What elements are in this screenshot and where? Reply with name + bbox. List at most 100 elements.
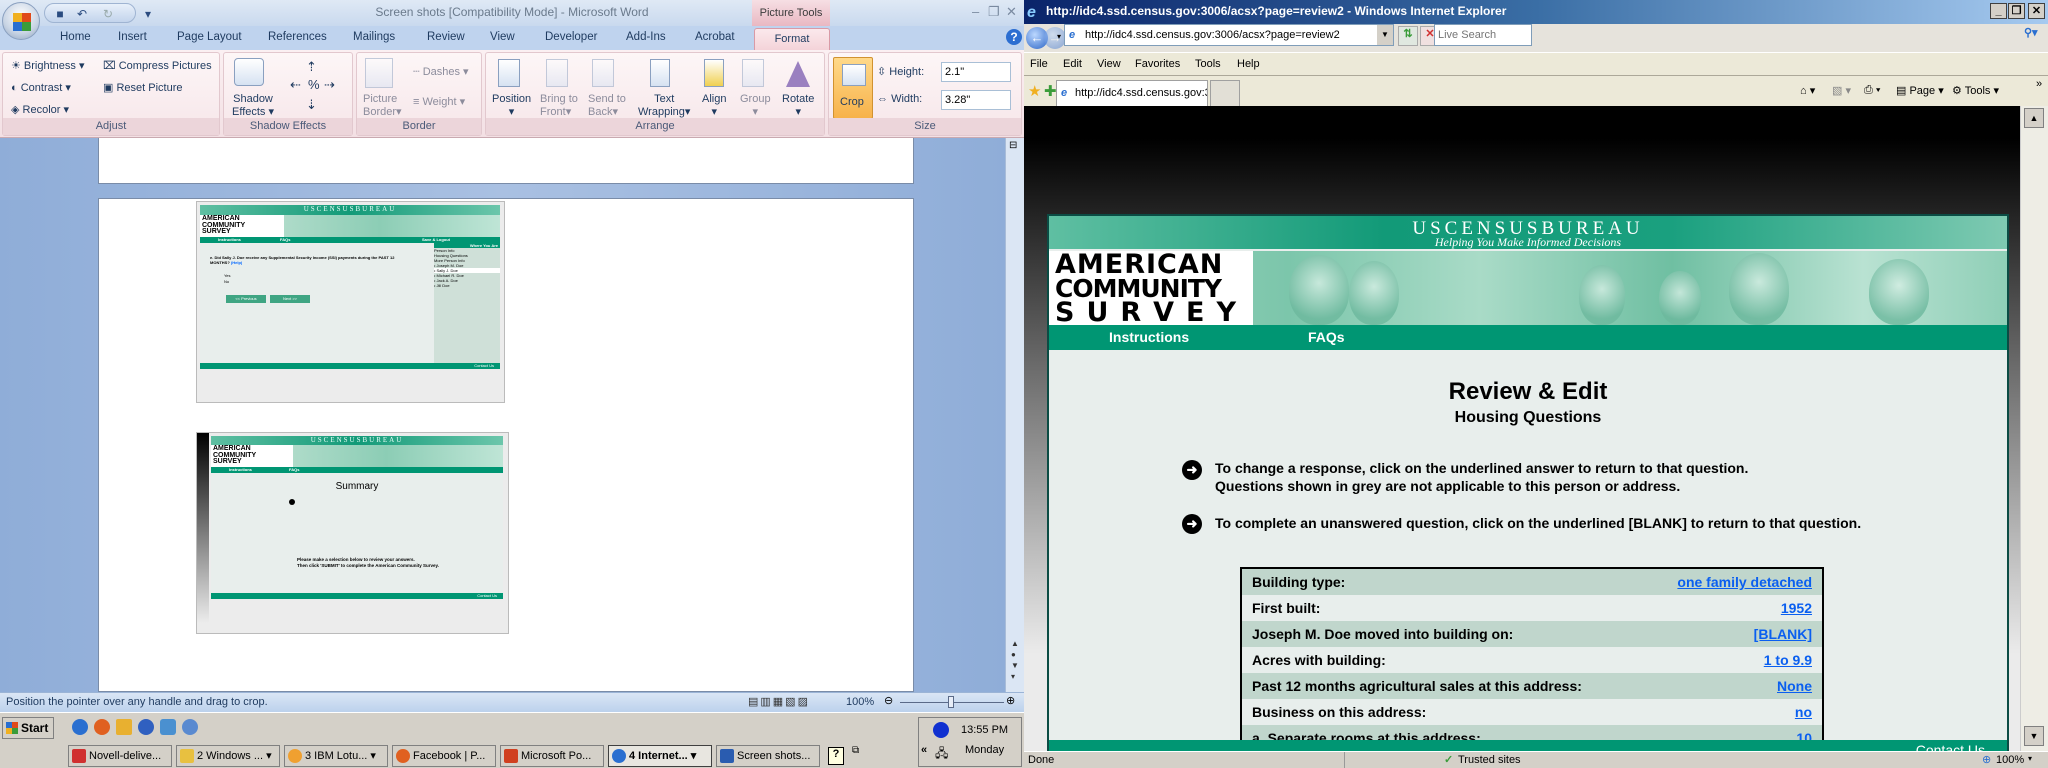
text-wrapping-button[interactable]: Text Wrapping▾ (638, 93, 690, 119)
page-menu[interactable]: ▤ Page ▾ (1896, 84, 1944, 97)
scroll-up-icon[interactable]: ▲ (2024, 108, 2044, 128)
send-to-back-button[interactable]: Send to Back▾ (588, 93, 626, 119)
help-taskbar-icon[interactable]: ? (828, 747, 844, 765)
home-icon[interactable]: ⌂ ▾ (1800, 84, 1815, 97)
align-button[interactable]: Align ▾ (702, 93, 726, 119)
taskbar-button-word[interactable]: Screen shots... (716, 745, 820, 767)
zoom-in-icon[interactable]: ⊕ (1006, 694, 1015, 707)
address-dropdown-icon[interactable]: ▼ (1377, 25, 1393, 45)
security-zone[interactable]: Trusted sites (1458, 754, 1521, 766)
minimize-icon[interactable]: – (972, 4, 979, 19)
picture-border-button[interactable]: Picture Border▾ (363, 93, 402, 119)
tab-format[interactable]: Format (754, 28, 830, 50)
feeds-icon[interactable]: ▧ ▾ (1832, 84, 1851, 97)
rotate-button[interactable]: Rotate ▾ (782, 93, 814, 119)
nudge-shadow-down-icon[interactable]: ⇣ (306, 97, 317, 113)
add-favorites-icon[interactable]: ✚ (1044, 82, 1057, 100)
clock-time[interactable]: 13:55 PM (961, 724, 1008, 736)
taskbar-button-internet[interactable]: 4 Internet... ▾ (608, 745, 712, 767)
tab-insert[interactable]: Insert (118, 31, 147, 43)
screenshot-image-1[interactable]: USCENSUSBUREAU AMERICAN COMMUNITY SURVEY I… (196, 201, 505, 403)
zoom-out-icon[interactable]: ⊖ (884, 694, 893, 707)
taskbar-button-lotus[interactable]: 3 IBM Lotu... ▾ (284, 745, 388, 767)
network-activity-icon[interactable] (933, 722, 949, 738)
restore-icon[interactable]: ❐ (2008, 3, 2025, 19)
menu-edit[interactable]: Edit (1063, 58, 1082, 70)
close-icon[interactable]: ✕ (2028, 3, 2045, 19)
height-input[interactable] (941, 62, 1011, 82)
redo-icon[interactable]: ↻ (101, 7, 115, 21)
firefox-quicklaunch-icon[interactable] (94, 719, 110, 735)
menu-tools[interactable]: Tools (1195, 58, 1221, 70)
menu-favorites[interactable]: Favorites (1135, 58, 1180, 70)
player-quicklaunch-icon[interactable] (138, 719, 154, 735)
favorites-star-icon[interactable]: ★ (1028, 82, 1041, 100)
menu-help[interactable]: Help (1237, 58, 1260, 70)
reset-picture-button[interactable]: ▣ Reset Picture (103, 81, 182, 94)
document-area[interactable]: USCENSUSBUREAU AMERICAN COMMUNITY SURVEY I… (0, 138, 1005, 692)
recolor-button[interactable]: ◈ Recolor ▾ (11, 103, 69, 116)
word-vertical-scrollbar[interactable]: ⊟ ▲ ● ▼ ▾ (1005, 138, 1024, 692)
row-answer-link[interactable]: one family detached (1677, 574, 1812, 590)
refresh-icon[interactable]: ⇅ (1398, 26, 1418, 46)
restore-icon[interactable]: ❐ (988, 4, 1000, 20)
nav-instructions[interactable]: Instructions (1109, 329, 1189, 345)
row-answer-link[interactable]: 1 to 9.9 (1764, 652, 1812, 668)
zoom-slider-thumb[interactable] (948, 696, 954, 708)
save-icon[interactable]: ■ (53, 7, 67, 21)
customize-qat-icon[interactable]: ▾ (141, 7, 155, 21)
new-tab-button[interactable] (1210, 80, 1240, 106)
tray-expand-icon[interactable]: « (921, 744, 927, 756)
office-button[interactable] (2, 2, 40, 40)
brightness-button[interactable]: ☀ Brightness ▾ (11, 59, 84, 72)
row-answer-link[interactable]: no (1795, 704, 1812, 720)
width-input[interactable] (941, 90, 1011, 110)
row-answer-link[interactable]: [BLANK] (1754, 626, 1812, 642)
media-quicklaunch-icon[interactable] (116, 719, 132, 735)
contrast-button[interactable]: ◐ Contrast ▾ (11, 81, 71, 94)
shadow-toggle-icon[interactable]: % (308, 77, 320, 92)
app2-quicklaunch-icon[interactable] (182, 719, 198, 735)
menu-file[interactable]: File (1030, 58, 1048, 70)
close-icon[interactable]: ✕ (1006, 4, 1017, 20)
group-button[interactable]: Group ▾ (740, 93, 771, 119)
view-buttons[interactable]: ▤▥▦▧▨ (748, 695, 810, 708)
nudge-shadow-up-icon[interactable]: ⇡ (306, 59, 317, 75)
show-windows-icon[interactable]: ⧉ (852, 745, 859, 756)
network-icon[interactable]: 🖧 (935, 744, 948, 765)
minimize-icon[interactable]: _ (1990, 3, 2007, 19)
tab-add-ins[interactable]: Add-Ins (626, 31, 666, 43)
forward-icon[interactable]: → (1044, 27, 1066, 49)
tab-acrobat[interactable]: Acrobat (695, 31, 735, 43)
weight-button[interactable]: ≡ Weight ▾ (413, 95, 465, 108)
taskbar-button-novell[interactable]: Novell-delive... (68, 745, 172, 767)
nudge-shadow-left-icon[interactable]: ⇠ (290, 77, 301, 93)
row-answer-link[interactable]: 1952 (1781, 600, 1812, 616)
menu-view[interactable]: View (1097, 58, 1121, 70)
undo-icon[interactable]: ↶ (75, 7, 89, 21)
browser-tab[interactable]: e http://idc4.ssd.census.gov:3006/acsx?pa… (1056, 80, 1208, 106)
tab-references[interactable]: References (268, 31, 327, 43)
history-dropdown-icon[interactable]: ▾ (1057, 32, 1061, 41)
browse-object-icons[interactable]: ▲ ● ▼ ▾ (1011, 638, 1019, 682)
tab-home[interactable]: Home (60, 31, 91, 43)
print-icon[interactable]: ⎙ ▾ (1864, 84, 1880, 97)
zoom-level[interactable]: 100% (846, 696, 874, 708)
tab-review[interactable]: Review (427, 31, 465, 43)
taskbar-button-facebook[interactable]: Facebook | P... (392, 745, 496, 767)
ie-vertical-scrollbar[interactable]: ▲ ▼ (2020, 106, 2048, 751)
tools-menu[interactable]: ⚙ Tools ▾ (1952, 84, 1999, 97)
position-button[interactable]: Position ▾ (492, 93, 531, 119)
tab-mailings[interactable]: Mailings (353, 31, 395, 43)
help-icon[interactable]: ? (1006, 29, 1022, 45)
app-quicklaunch-icon[interactable] (160, 719, 176, 735)
tab-developer[interactable]: Developer (545, 31, 597, 43)
zoom-dropdown-icon[interactable]: ▾ (2028, 754, 2032, 763)
nudge-shadow-right-icon[interactable]: ⇢ (324, 77, 335, 93)
shadow-effects-button[interactable]: Shadow Effects ▾ (232, 93, 274, 119)
ie-zoom-level[interactable]: 100% (1996, 754, 2024, 766)
tab-view[interactable]: View (490, 31, 515, 43)
ie-quicklaunch-icon[interactable] (72, 719, 88, 735)
screenshot-image-2[interactable]: USCENSUSBUREAU AMERICAN COMMUNITY SURVEY I… (196, 432, 509, 634)
compress-pictures-button[interactable]: ⌧ Compress Pictures (103, 59, 212, 72)
